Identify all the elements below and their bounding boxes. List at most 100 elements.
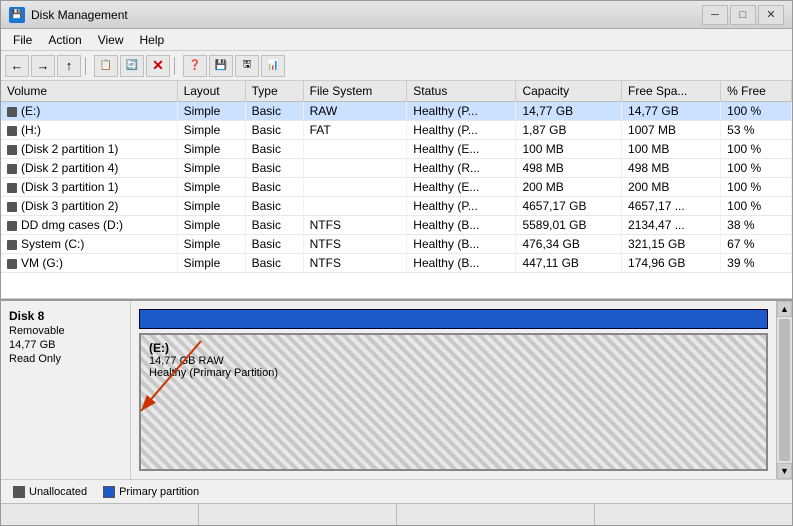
table-row[interactable]: (H:)SimpleBasicFATHealthy (P...1,87 GB10… xyxy=(1,121,792,140)
cell-4: Healthy (E... xyxy=(407,178,516,197)
cell-3: FAT xyxy=(303,121,407,140)
refresh-button[interactable]: 🔄 xyxy=(120,55,144,77)
window-title: Disk Management xyxy=(31,8,702,22)
cell-0: System (C:) xyxy=(1,235,177,254)
cell-6: 174,96 GB xyxy=(622,254,721,273)
legend-bar: Unallocated Primary partition xyxy=(1,479,792,503)
cell-0: DD dmg cases (D:) xyxy=(1,216,177,235)
cell-3 xyxy=(303,197,407,216)
cell-0: (Disk 3 partition 2) xyxy=(1,197,177,216)
partition-top-bar xyxy=(139,309,768,329)
legend-unallocated: Unallocated xyxy=(13,486,87,498)
disk-row-icon xyxy=(7,126,17,136)
disk-name: Disk 8 xyxy=(9,309,122,323)
col-capacity[interactable]: Capacity xyxy=(516,81,622,102)
cell-4: Healthy (B... xyxy=(407,216,516,235)
table-row[interactable]: (Disk 2 partition 1)SimpleBasicHealthy (… xyxy=(1,140,792,159)
scroll-thumb[interactable] xyxy=(779,319,790,461)
minimize-button[interactable]: ─ xyxy=(702,5,728,25)
title-bar: 💾 Disk Management ─ □ ✕ xyxy=(1,1,792,29)
scroll-down-button[interactable]: ▼ xyxy=(777,463,792,479)
partition-block[interactable]: (E:) 14,77 GB RAW Healthy (Primary Parti… xyxy=(139,333,768,471)
cell-3 xyxy=(303,140,407,159)
table-row[interactable]: VM (G:)SimpleBasicNTFSHealthy (B...447,1… xyxy=(1,254,792,273)
legend-primary-box xyxy=(103,486,115,498)
table-row[interactable]: System (C:)SimpleBasicNTFSHealthy (B...4… xyxy=(1,235,792,254)
col-status[interactable]: Status xyxy=(407,81,516,102)
disk-row-icon xyxy=(7,164,17,174)
cell-6: 14,77 GB xyxy=(622,102,721,121)
cell-4: Healthy (P... xyxy=(407,197,516,216)
cell-2: Basic xyxy=(245,121,303,140)
bottom-panel: Disk 8 Removable 14,77 GB Read Only (E:)… xyxy=(1,299,792,479)
legend-primary: Primary partition xyxy=(103,486,199,498)
col-type[interactable]: Type xyxy=(245,81,303,102)
cell-1: Simple xyxy=(177,102,245,121)
disk-row-icon xyxy=(7,240,17,250)
cell-0: VM (G:) xyxy=(1,254,177,273)
table-row[interactable]: (Disk 2 partition 4)SimpleBasicHealthy (… xyxy=(1,159,792,178)
partition-size: 14,77 GB RAW xyxy=(149,355,758,367)
cell-0: (Disk 3 partition 1) xyxy=(1,178,177,197)
cell-2: Basic xyxy=(245,216,303,235)
menu-help[interactable]: Help xyxy=(132,31,173,49)
disk-info: Disk 8 Removable 14,77 GB Read Only xyxy=(1,301,131,479)
cell-1: Simple xyxy=(177,197,245,216)
cell-3 xyxy=(303,159,407,178)
scroll-up-button[interactable]: ▲ xyxy=(777,301,792,317)
menu-view[interactable]: View xyxy=(90,31,132,49)
cell-7: 100 % xyxy=(721,159,792,178)
maximize-button[interactable]: □ xyxy=(730,5,756,25)
menu-action[interactable]: Action xyxy=(40,31,89,49)
cell-4: Healthy (B... xyxy=(407,235,516,254)
cell-2: Basic xyxy=(245,159,303,178)
disk-tool1[interactable]: 💾 xyxy=(209,55,233,77)
col-filesystem[interactable]: File System xyxy=(303,81,407,102)
table-row[interactable]: (Disk 3 partition 2)SimpleBasicHealthy (… xyxy=(1,197,792,216)
cancel-button[interactable]: ✕ xyxy=(146,55,170,77)
volume-table-area[interactable]: Volume Layout Type File System Status Ca… xyxy=(1,81,792,299)
cell-5: 200 MB xyxy=(516,178,622,197)
col-pct[interactable]: % Free xyxy=(721,81,792,102)
bottom-scrollbar[interactable]: ▲ ▼ xyxy=(776,301,792,479)
cell-6: 4657,17 ... xyxy=(622,197,721,216)
close-button[interactable]: ✕ xyxy=(758,5,784,25)
status-seg4 xyxy=(595,504,792,525)
back-button[interactable]: ← xyxy=(5,55,29,77)
table-row[interactable]: (Disk 3 partition 1)SimpleBasicHealthy (… xyxy=(1,178,792,197)
table-row[interactable]: DD dmg cases (D:)SimpleBasicNTFSHealthy … xyxy=(1,216,792,235)
cell-7: 39 % xyxy=(721,254,792,273)
col-free[interactable]: Free Spa... xyxy=(622,81,721,102)
col-volume[interactable]: Volume xyxy=(1,81,177,102)
status-bar xyxy=(1,503,792,525)
cell-7: 53 % xyxy=(721,121,792,140)
disk-row-icon xyxy=(7,202,17,212)
disk-size: 14,77 GB xyxy=(9,339,122,351)
properties-button[interactable]: 📋 xyxy=(94,55,118,77)
app-icon: 💾 xyxy=(9,7,25,23)
menu-file[interactable]: File xyxy=(5,31,40,49)
help-button[interactable]: ❓ xyxy=(183,55,207,77)
table-row[interactable]: (E:)SimpleBasicRAWHealthy (P...14,77 GB1… xyxy=(1,102,792,121)
cell-6: 498 MB xyxy=(622,159,721,178)
cell-2: Basic xyxy=(245,102,303,121)
main-window: 💾 Disk Management ─ □ ✕ File Action View… xyxy=(0,0,793,526)
toolbar: ← → ↑ 📋 🔄 ✕ ❓ 💾 🖫 📊 xyxy=(1,51,792,81)
col-layout[interactable]: Layout xyxy=(177,81,245,102)
disk-tool2[interactable]: 🖫 xyxy=(235,55,259,77)
cell-5: 476,34 GB xyxy=(516,235,622,254)
cell-6: 1007 MB xyxy=(622,121,721,140)
cell-7: 38 % xyxy=(721,216,792,235)
cell-5: 447,11 GB xyxy=(516,254,622,273)
cell-4: Healthy (P... xyxy=(407,102,516,121)
cell-2: Basic xyxy=(245,254,303,273)
cell-1: Simple xyxy=(177,159,245,178)
cell-3: RAW xyxy=(303,102,407,121)
disk-tool3[interactable]: 📊 xyxy=(261,55,285,77)
disk-row-icon xyxy=(7,259,17,269)
cell-1: Simple xyxy=(177,178,245,197)
cell-4: Healthy (P... xyxy=(407,121,516,140)
forward-button[interactable]: → xyxy=(31,55,55,77)
table-body: (E:)SimpleBasicRAWHealthy (P...14,77 GB1… xyxy=(1,102,792,273)
up-button[interactable]: ↑ xyxy=(57,55,81,77)
